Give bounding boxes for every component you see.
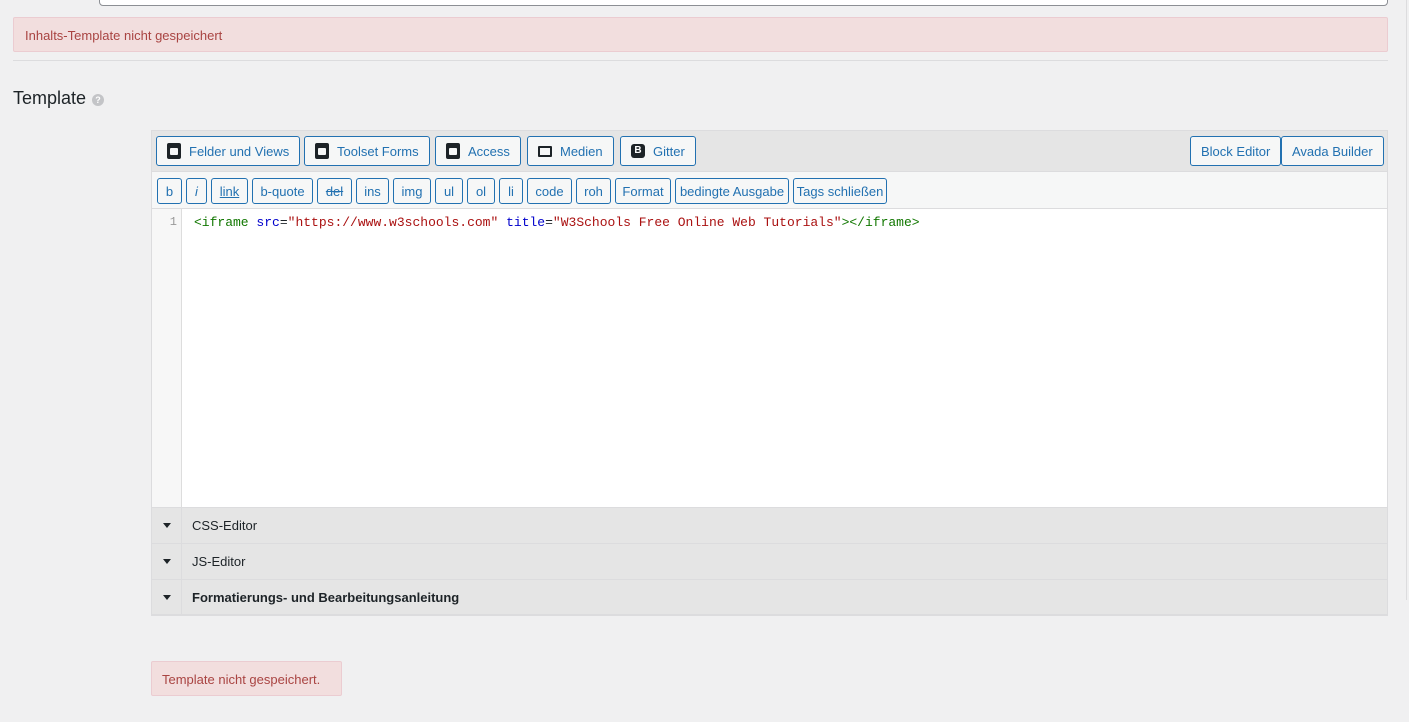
code-eq: = (545, 215, 553, 230)
qt-ins-button[interactable]: ins (356, 178, 389, 204)
grid-label: Gitter (653, 143, 685, 159)
fields-views-button[interactable]: Felder und Views (156, 136, 301, 166)
code-attr-src: src (256, 215, 280, 230)
code-eq: = (279, 215, 288, 230)
qt-italic-button[interactable]: i (186, 178, 207, 204)
code-tag-open: <iframe (194, 215, 249, 230)
media-button[interactable]: Medien (527, 136, 614, 166)
code-value-title: "W3Schools Free Online Web Tutorials" (552, 215, 842, 230)
qt-roh-button[interactable]: roh (576, 178, 611, 204)
qt-close-tags-button[interactable]: Tags schließen (793, 178, 887, 204)
error-notice-template: Template nicht gespeichert. (151, 661, 342, 696)
formatting-guide-toggle[interactable] (152, 580, 182, 614)
section-title: Template ? (13, 88, 105, 109)
toolset-views-icon (167, 143, 181, 159)
toolset-forms-label: Toolset Forms (337, 143, 419, 159)
access-label: Access (468, 143, 510, 159)
quicktags-toolbar: b i link b-quote del ins img ul ol li co… (152, 172, 1387, 209)
toolset-forms-icon (315, 143, 329, 159)
qt-conditional-output-button[interactable]: bedingte Ausgabe (675, 178, 789, 204)
qt-ol-button[interactable]: ol (467, 178, 495, 204)
css-editor-label: CSS-Editor (192, 518, 258, 533)
triangle-down-icon (162, 523, 171, 528)
qt-format-button[interactable]: Format (615, 178, 671, 204)
access-button[interactable]: Access (435, 136, 521, 166)
line-gutter: 1 (152, 209, 182, 507)
css-editor-accordion[interactable]: CSS-Editor (152, 507, 1387, 543)
js-editor-toggle[interactable] (152, 544, 182, 579)
formatting-guide-label: Formatierungs- und Bearbeitungsanleitung (192, 589, 460, 605)
error-notice-content-template: Inhalts-Template nicht gespeichert (13, 17, 1388, 52)
code-tag-close: ></iframe> (841, 215, 920, 230)
css-editor-toggle[interactable] (152, 508, 182, 543)
qt-img-button[interactable]: img (393, 178, 431, 204)
qt-li-button[interactable]: li (499, 178, 523, 204)
code-editor[interactable]: 1 <iframe src="https://www.w3schools.com… (152, 209, 1387, 507)
bootstrap-grid-icon: B (631, 144, 645, 158)
page-edge-divider (1406, 0, 1407, 600)
js-editor-label: JS-Editor (192, 554, 246, 569)
formatting-guide-accordion[interactable]: Formatierungs- und Bearbeitungsanleitung (152, 579, 1387, 615)
previous-field-input[interactable] (99, 0, 1388, 6)
grid-button[interactable]: B Gitter (620, 136, 696, 166)
qt-ul-button[interactable]: ul (435, 178, 463, 204)
divider (13, 60, 1388, 61)
media-image-icon (538, 145, 552, 157)
qt-bold-button[interactable]: b (157, 178, 182, 204)
template-editor: Felder und Views Toolset Forms Access Me… (151, 130, 1388, 616)
code-value-src: "https://www.w3schools.com" (287, 215, 499, 230)
toolset-forms-button[interactable]: Toolset Forms (304, 136, 430, 166)
qt-del-button[interactable]: del (317, 178, 352, 204)
qt-link-button[interactable]: link (211, 178, 248, 204)
code-line[interactable]: <iframe src="https://www.w3schools.com" … (194, 215, 920, 230)
avada-builder-button[interactable]: Avada Builder (1281, 136, 1384, 166)
line-number: 1 (169, 215, 177, 229)
qt-bquote-button[interactable]: b-quote (252, 178, 313, 204)
triangle-down-icon (162, 559, 171, 564)
code-attr-title: title (506, 215, 546, 230)
media-label: Medien (560, 143, 603, 159)
qt-code-button[interactable]: code (527, 178, 572, 204)
editor-main-toolbar: Felder und Views Toolset Forms Access Me… (152, 131, 1387, 172)
triangle-down-icon (162, 594, 171, 600)
fields-views-label: Felder und Views (189, 143, 290, 159)
access-icon (446, 143, 460, 159)
section-title-text: Template (13, 88, 87, 108)
help-icon[interactable]: ? (92, 94, 105, 106)
js-editor-accordion[interactable]: JS-Editor (152, 543, 1387, 579)
block-editor-button[interactable]: Block Editor (1190, 136, 1282, 166)
